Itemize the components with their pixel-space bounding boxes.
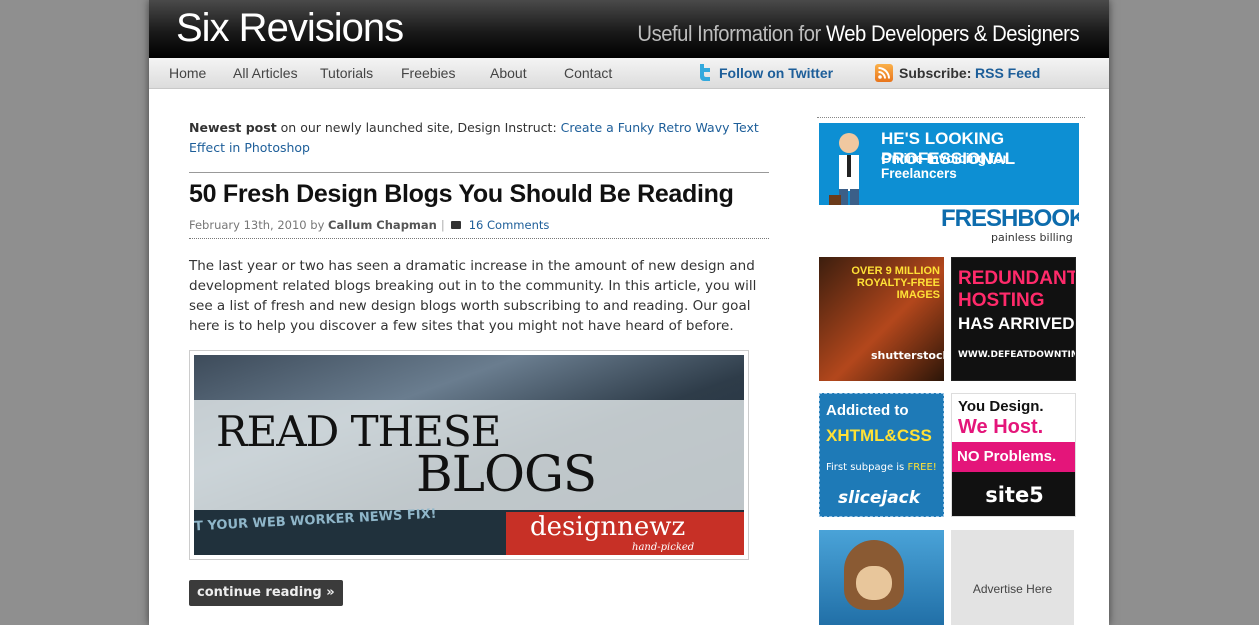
- slicejack-brand: slicejack: [838, 488, 921, 508]
- continue-reading-button[interactable]: continue reading »: [189, 580, 343, 606]
- rss-icon[interactable]: [875, 64, 893, 82]
- post-excerpt: The last year or two has seen a dramatic…: [189, 258, 757, 334]
- post-date: February 13th, 2010: [189, 218, 307, 232]
- site5-line3: NO Problems.: [952, 442, 1075, 472]
- image-brand-sub: hand-picked: [632, 542, 695, 553]
- post-author[interactable]: Callum Chapman: [328, 218, 437, 232]
- slicejack-subheadline: XHTML&CSS: [826, 426, 932, 445]
- meta-separator: |: [440, 218, 445, 232]
- site5-brand: site5: [952, 472, 1075, 516]
- newest-post-label: Newest post: [189, 120, 277, 135]
- freshbooks-brand: FRESHBOOKS: [941, 205, 1079, 232]
- advertise-here-label: Advertise Here: [972, 582, 1053, 596]
- slicejack-offer-text: First subpage is: [826, 462, 908, 473]
- defeatdowntime-headline: REDUNDANT HOSTING: [958, 268, 1076, 311]
- main-nav: Home All Articles Tutorials Freebies Abo…: [149, 58, 1109, 89]
- freshbooks-tagline: painless billing: [991, 231, 1073, 244]
- page: Six Revisions Useful Information for Web…: [149, 0, 1109, 625]
- tagline-suffix: Web Developers & Designers: [825, 21, 1080, 46]
- post-by: by: [306, 218, 329, 232]
- shutterstock-brand: shutterstock: [871, 349, 944, 362]
- slicejack-offer: First subpage is FREE!: [826, 462, 937, 473]
- ad-freshbooks[interactable]: HE'S LOOKING PROFESSIONAL Online Invoici…: [819, 123, 1079, 247]
- twitter-icon[interactable]: [697, 63, 713, 81]
- nav-freebies[interactable]: Freebies: [401, 65, 455, 81]
- image-heading-line2: BLOGS: [416, 445, 597, 503]
- shutterstock-headline: OVER 9 MILLION ROYALTY-FREE IMAGES: [851, 265, 940, 301]
- nav-all-articles[interactable]: All Articles: [233, 65, 298, 81]
- ad-site5[interactable]: You Design. We Host. NO Problems. site5: [951, 393, 1076, 517]
- nav-about[interactable]: About: [490, 65, 527, 81]
- monkey-face: [856, 566, 892, 600]
- ad-mailchimp[interactable]: [819, 530, 944, 625]
- nav-contact[interactable]: Contact: [564, 65, 612, 81]
- featured-image-art: READ THESE BLOGS T YOUR WEB WORKER NEWS …: [194, 355, 744, 555]
- comment-icon: [450, 221, 461, 229]
- freshbooks-subheadline: Online Invoicing for Freelancers: [881, 151, 1008, 181]
- site-header: Six Revisions Useful Information for Web…: [149, 0, 1109, 58]
- advertise-here-slot[interactable]: Advertise Here: [951, 530, 1074, 625]
- comments-link[interactable]: 16 Comments: [469, 218, 550, 232]
- featured-image[interactable]: READ THESE BLOGS T YOUR WEB WORKER NEWS …: [189, 350, 749, 560]
- slicejack-offer-free: FREE!: [907, 462, 937, 473]
- defeatdowntime-url: WWW.DEFEATDOWNTIME.COM: [958, 350, 1075, 360]
- tagline-prefix: Useful Information for: [637, 21, 821, 46]
- site-tagline: Useful Information for Web Developers & …: [637, 21, 1079, 47]
- ad-shutterstock[interactable]: OVER 9 MILLION ROYALTY-FREE IMAGES shutt…: [819, 257, 944, 381]
- nav-tutorials[interactable]: Tutorials: [320, 65, 373, 81]
- defeatdowntime-subheadline: HAS ARRIVED: [958, 314, 1075, 333]
- post-title[interactable]: 50 Fresh Design Blogs You Should Be Read…: [189, 180, 734, 209]
- slicejack-headline: Addicted to: [826, 402, 909, 419]
- site5-line2: We Host.: [958, 416, 1044, 438]
- post-meta: February 13th, 2010 by Callum Chapman | 16…: [189, 218, 549, 232]
- dotted-divider: [189, 238, 769, 239]
- nav-home[interactable]: Home: [169, 65, 206, 81]
- image-brand: designnewz: [530, 512, 686, 542]
- newest-post-text: on our newly launched site, Design Instr…: [276, 120, 561, 135]
- subscribe-label: Subscribe:: [899, 65, 972, 81]
- site-logo[interactable]: Six Revisions: [176, 6, 404, 51]
- image-brand-block: designnewz hand-picked: [506, 512, 744, 555]
- site5-line1: You Design.: [958, 398, 1044, 415]
- sidebar-divider: [817, 117, 1085, 118]
- divider: [189, 172, 769, 173]
- newest-post-notice: Newest post on our newly launched site, …: [189, 118, 759, 158]
- twitter-link[interactable]: Follow on Twitter: [719, 65, 833, 81]
- ad-defeatdowntime[interactable]: REDUNDANT HOSTING HAS ARRIVED WWW.DEFEAT…: [951, 257, 1076, 381]
- rss-feed-link[interactable]: RSS Feed: [975, 65, 1040, 81]
- ad-slicejack[interactable]: Addicted to XHTML&CSS First subpage is F…: [819, 393, 944, 517]
